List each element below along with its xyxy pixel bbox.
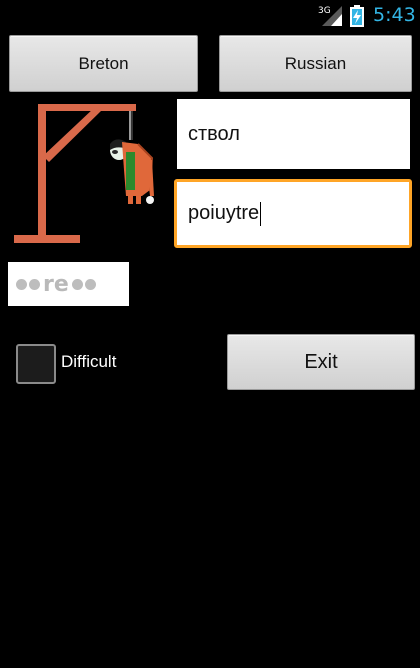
battery-charging-icon: [350, 5, 364, 27]
hidden-letter-dot: [71, 278, 83, 290]
gallows-icon: [14, 104, 136, 243]
hidden-letter-dot: [29, 278, 40, 290]
status-bar: 3G 5:43: [0, 0, 420, 32]
hidden-letter-dot: [16, 278, 27, 290]
source-language-button[interactable]: Breton: [9, 35, 198, 92]
masked-word: re: [8, 262, 129, 306]
word-field[interactable]: ствол: [177, 99, 410, 169]
guess-input[interactable]: poiuytre: [174, 179, 412, 248]
word-field-value: ствол: [188, 122, 240, 145]
difficult-checkbox[interactable]: [16, 344, 56, 384]
network-type-label: 3G: [318, 6, 331, 16]
rope: [129, 111, 133, 140]
guess-input-value: poiuytre: [188, 202, 260, 224]
target-language-button[interactable]: Russian: [219, 35, 412, 92]
hanged-man: [110, 139, 154, 204]
difficult-label: Difficult: [61, 352, 117, 371]
revealed-letters: re: [43, 271, 69, 297]
clock: 5:43: [373, 4, 416, 26]
text-cursor: [260, 201, 262, 226]
signal-icon: 3G: [318, 6, 342, 26]
exit-button[interactable]: Exit: [227, 334, 415, 390]
hangman-figure: [14, 104, 154, 243]
hidden-letter-dot: [84, 278, 96, 290]
